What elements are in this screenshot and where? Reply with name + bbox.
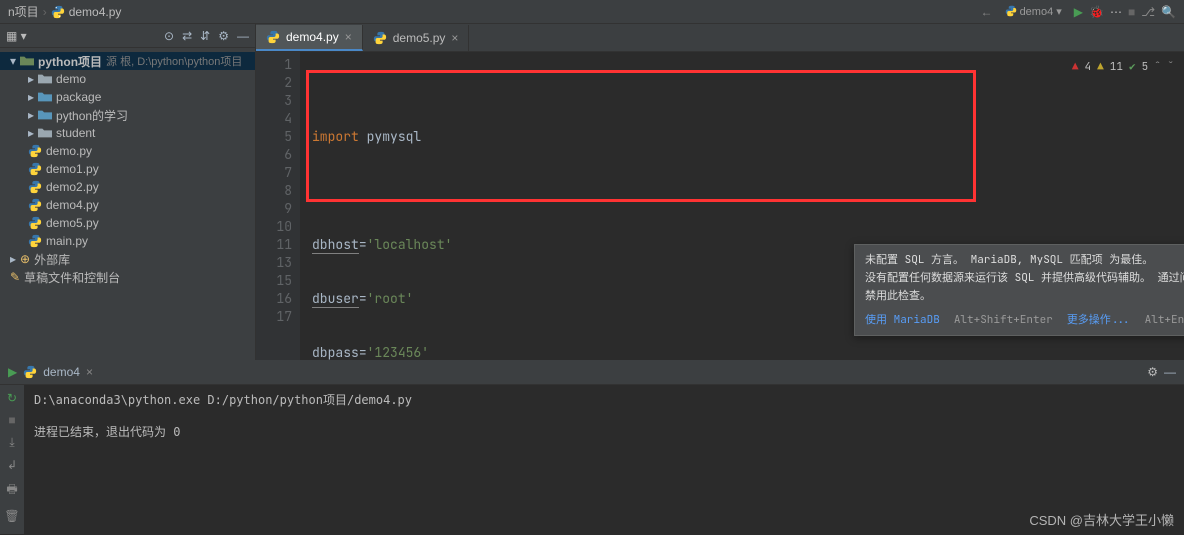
stop-icon[interactable]: ■ — [1128, 5, 1135, 19]
python-icon — [51, 5, 65, 19]
run-tool-header: ▶ demo4 × ⚙ — — [0, 360, 1184, 384]
close-icon[interactable]: × — [345, 30, 352, 44]
back-icon[interactable]: ← — [981, 5, 993, 19]
collapse-icon[interactable]: ⇵ — [200, 29, 210, 43]
run-panel: ↻ ■ ⤓ ↲ 🖶 🗑 D:\anaconda3\python.exe D:/p… — [0, 384, 1184, 534]
project-dropdown-icon[interactable]: ▦ ▾ — [6, 29, 27, 43]
tree-item[interactable]: demo4.py — [0, 196, 255, 214]
watermark: CSDN @吉林大学王小懒 — [1029, 510, 1174, 529]
hint-message-2: 没有配置任何数据源来运行该 SQL 并提供高级代码辅助。 通过问题菜单 (Alt… — [865, 269, 1184, 305]
hint-shortcut-2: Alt+Enter — [1145, 311, 1184, 329]
tree-item[interactable]: demo2.py — [0, 178, 255, 196]
trash-icon[interactable]: 🗑 — [4, 509, 19, 523]
stop-icon[interactable]: ■ — [8, 413, 15, 427]
tree-root[interactable]: ▾ python项目 源 根, D:\python\python项目 — [0, 52, 255, 70]
editor-area: demo4.py×demo5.py× 123456789101113151617… — [256, 24, 1184, 360]
expand-icon[interactable]: ⇄ — [182, 29, 192, 43]
tree-item[interactable]: demo.py — [0, 142, 255, 160]
debug-icon[interactable]: 🐞 — [1089, 5, 1104, 19]
hint-message-1: 未配置 SQL 方言。 MariaDB, MySQL 匹配项 为最佳。 — [865, 251, 1184, 269]
run-config-dropdown[interactable]: demo4 ▾ — [999, 4, 1068, 19]
run-toolbar: ↻ ■ ⤓ ↲ 🖶 🗑 — [0, 385, 24, 534]
tree-root-meta: 源 根, D:\python\python项目 — [106, 53, 242, 69]
sidebar-toolbar: ▦ ▾ ⊙ ⇄ ⇵ ⚙ — — [0, 24, 255, 48]
run-gear-icon[interactable]: ⚙ — [1147, 365, 1158, 379]
folder-icon — [20, 55, 34, 67]
inspection-status[interactable]: ▲4 ▲11 ✔5 ˆ ˇ — [1072, 58, 1174, 76]
breadcrumb-file[interactable]: demo4.py — [69, 5, 122, 19]
hint-action-use-mariadb[interactable]: 使用 MariaDB — [865, 311, 940, 329]
editor-tabs: demo4.py×demo5.py× — [256, 24, 1184, 52]
more-run-icon[interactable]: ⋯ — [1110, 5, 1122, 19]
project-tree[interactable]: ▾ python项目 源 根, D:\python\python项目 ▸ dem… — [0, 48, 255, 360]
tree-external-libs[interactable]: ▸ ⊕ 外部库 — [0, 250, 255, 268]
editor-tab[interactable]: demo5.py× — [363, 25, 470, 51]
tree-item[interactable]: ▸ python的学习 — [0, 106, 255, 124]
tree-root-name: python项目 — [38, 53, 102, 70]
run-hide-icon[interactable]: — — [1164, 365, 1176, 379]
tree-scratches[interactable]: ✎ 草稿文件和控制台 — [0, 268, 255, 286]
hint-shortcut-1: Alt+Shift+Enter — [954, 311, 1053, 329]
tree-item[interactable]: main.py — [0, 232, 255, 250]
console-cmd: D:\anaconda3\python.exe D:/python/python… — [34, 391, 1174, 409]
rerun-icon[interactable]: ↻ — [7, 391, 17, 405]
editor-tab[interactable]: demo4.py× — [256, 25, 363, 51]
tree-item[interactable]: ▸ student — [0, 124, 255, 142]
toolbar-right: ← demo4 ▾ ▶ 🐞 ⋯ ■ ⎇ 🔍 — [981, 4, 1177, 19]
tree-item[interactable]: ▸ demo — [0, 70, 255, 88]
hide-icon[interactable]: — — [237, 29, 249, 43]
console-output[interactable]: D:\anaconda3\python.exe D:/python/python… — [24, 385, 1184, 534]
close-icon[interactable]: × — [451, 31, 458, 45]
gear-icon[interactable]: ⚙ — [218, 29, 229, 43]
search-icon[interactable]: 🔍 — [1161, 5, 1176, 19]
tree-item[interactable]: demo1.py — [0, 160, 255, 178]
breadcrumb-item[interactable]: n项目 — [8, 3, 39, 20]
select-opened-file-icon[interactable]: ⊙ — [164, 29, 174, 43]
run-icon[interactable]: ▶ — [1074, 5, 1083, 19]
python-icon — [23, 365, 37, 379]
hint-action-more[interactable]: 更多操作... — [1067, 311, 1131, 329]
breadcrumb: n项目 › demo4.py — [8, 3, 121, 20]
scroll-down-icon[interactable]: ⤓ — [9, 435, 14, 450]
project-sidebar: ▦ ▾ ⊙ ⇄ ⇵ ⚙ — ▾ python项目 源 根, D:\python\… — [0, 24, 256, 360]
inspection-popup: ⋮ 未配置 SQL 方言。 MariaDB, MySQL 匹配项 为最佳。 没有… — [854, 244, 1184, 336]
line-gutter: 123456789101113151617 — [256, 52, 300, 360]
tree-item[interactable]: demo5.py — [0, 214, 255, 232]
code-editor[interactable]: 123456789101113151617 ▲4 ▲11 ✔5 ˆ ˇ impo… — [256, 52, 1184, 360]
run-tab-label[interactable]: demo4 — [43, 365, 80, 379]
git-icon[interactable]: ⎇ — [1141, 5, 1155, 19]
console-exit: 进程已结束，退出代码为 0 — [34, 423, 1174, 441]
run-play-icon[interactable]: ▶ — [8, 365, 17, 379]
tree-item[interactable]: ▸ package — [0, 88, 255, 106]
print-icon[interactable]: 🖶 — [6, 480, 17, 501]
soft-wrap-icon[interactable]: ↲ — [7, 458, 17, 472]
breadcrumb-bar: n项目 › demo4.py ← demo4 ▾ ▶ 🐞 ⋯ ■ ⎇ 🔍 — [0, 0, 1184, 24]
breadcrumb-sep: › — [43, 5, 47, 19]
